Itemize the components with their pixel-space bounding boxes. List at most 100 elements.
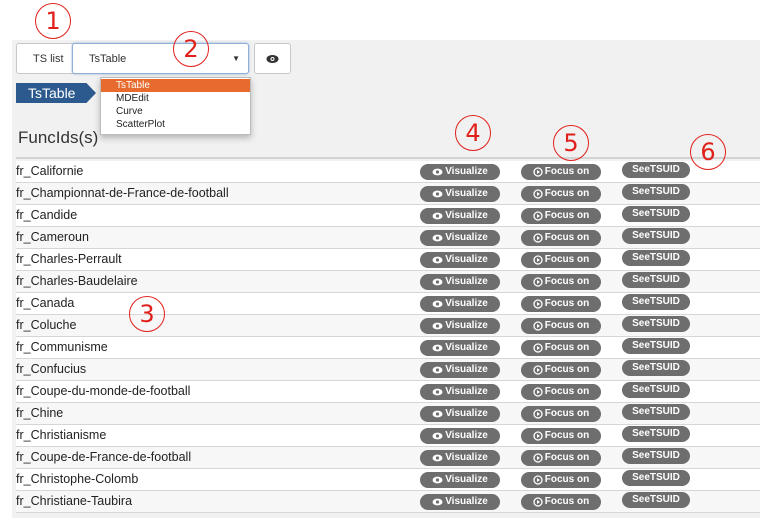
visualize-button[interactable]: Visualize [420, 318, 500, 334]
visualize-button[interactable]: Visualize [420, 164, 500, 180]
see-tsuid-label: SeeTSUID [632, 164, 680, 175]
focus-on-button[interactable]: Focus on [521, 318, 601, 334]
see-tsuid-button[interactable]: SeeTSUID [622, 404, 690, 420]
focus-on-button[interactable]: Focus on [521, 274, 601, 290]
see-tsuid-button[interactable]: SeeTSUID [622, 162, 690, 178]
callout-4: 4 [455, 115, 491, 151]
visualize-button[interactable]: Visualize [420, 274, 500, 290]
target-icon [533, 255, 543, 265]
focus-on-button[interactable]: Focus on [521, 230, 601, 246]
funcid-label: fr_Christophe-Colomb [16, 472, 139, 486]
visualize-button[interactable]: Visualize [420, 406, 500, 422]
focus-on-button[interactable]: Focus on [521, 450, 601, 466]
visualize-button[interactable]: Visualize [420, 230, 500, 246]
eye-icon [432, 388, 443, 396]
see-tsuid-button[interactable]: SeeTSUID [622, 184, 690, 200]
visualize-button[interactable]: Visualize [420, 340, 500, 356]
see-tsuid-button[interactable]: SeeTSUID [622, 250, 690, 266]
callout-2: 2 [173, 31, 209, 67]
visualize-button[interactable]: Visualize [420, 472, 500, 488]
viz-type-select[interactable]: TsTable ▼ [72, 43, 249, 74]
dropdown-option-tstable[interactable]: TsTable [101, 79, 250, 92]
breadcrumb[interactable]: TsTable [16, 83, 96, 103]
funcid-label: fr_Coluche [16, 318, 77, 332]
see-tsuid-label: SeeTSUID [632, 406, 680, 417]
visualize-label: Visualize [445, 342, 488, 353]
focus-on-button[interactable]: Focus on [521, 472, 601, 488]
eye-icon [432, 234, 443, 242]
eye-icon [432, 256, 443, 264]
table-row: fr_Coluche Visualize Focus on SeeTSUID [16, 315, 760, 337]
focus-on-label: Focus on [544, 254, 590, 265]
visualize-button[interactable]: Visualize [420, 362, 500, 378]
focus-on-label: Focus on [544, 298, 590, 309]
see-tsuid-button[interactable]: SeeTSUID [622, 272, 690, 288]
focus-on-button[interactable]: Focus on [521, 406, 601, 422]
see-tsuid-button[interactable]: SeeTSUID [622, 294, 690, 310]
visualize-button[interactable]: Visualize [420, 208, 500, 224]
target-icon [533, 321, 543, 331]
focus-on-button[interactable]: Focus on [521, 340, 601, 356]
see-tsuid-label: SeeTSUID [632, 296, 680, 307]
focus-on-button[interactable]: Focus on [521, 384, 601, 400]
visualize-label: Visualize [445, 474, 488, 485]
focus-on-label: Focus on [544, 320, 590, 331]
visualize-label: Visualize [445, 166, 488, 177]
eye-icon [432, 366, 443, 374]
see-tsuid-button[interactable]: SeeTSUID [622, 316, 690, 332]
focus-on-label: Focus on [544, 496, 590, 507]
eye-icon [432, 344, 443, 352]
eye-icon [432, 278, 443, 286]
focus-on-button[interactable]: Focus on [521, 164, 601, 180]
table-row: fr_Chine Visualize Focus on SeeTSUID [16, 403, 760, 425]
visualize-button[interactable]: Visualize [420, 428, 500, 444]
caret-down-icon: ▼ [232, 54, 240, 63]
funcid-label: fr_Candide [16, 208, 78, 222]
see-tsuid-label: SeeTSUID [632, 428, 680, 439]
eye-icon [432, 300, 443, 308]
see-tsuid-button[interactable]: SeeTSUID [622, 360, 690, 376]
see-tsuid-button[interactable]: SeeTSUID [622, 426, 690, 442]
focus-on-label: Focus on [544, 232, 590, 243]
see-tsuid-button[interactable]: SeeTSUID [622, 470, 690, 486]
see-tsuid-button[interactable]: SeeTSUID [622, 492, 690, 508]
focus-on-button[interactable]: Focus on [521, 362, 601, 378]
funcid-label: fr_Christianisme [16, 428, 107, 442]
focus-on-button[interactable]: Focus on [521, 186, 601, 202]
funcid-label: fr_Californie [16, 164, 84, 178]
visualize-label: Visualize [445, 408, 488, 419]
header-divider [16, 157, 760, 159]
callout-6: 6 [690, 134, 726, 170]
table-row: fr_Candide Visualize Focus on SeeTSUID [16, 205, 760, 227]
see-tsuid-button[interactable]: SeeTSUID [622, 228, 690, 244]
see-tsuid-button[interactable]: SeeTSUID [622, 206, 690, 222]
visualize-button[interactable]: Visualize [420, 252, 500, 268]
focus-on-button[interactable]: Focus on [521, 494, 601, 510]
visualize-button[interactable]: Visualize [420, 450, 500, 466]
target-icon [533, 189, 543, 199]
see-tsuid-label: SeeTSUID [632, 186, 680, 197]
see-tsuid-button[interactable]: SeeTSUID [622, 382, 690, 398]
visualize-button[interactable]: Visualize [420, 384, 500, 400]
focus-on-button[interactable]: Focus on [521, 252, 601, 268]
focus-on-button[interactable]: Focus on [521, 296, 601, 312]
table-row: fr_Christiane-Taubira Visualize Focus on Se… [16, 491, 760, 513]
visualize-label: Visualize [445, 320, 488, 331]
visualize-button[interactable]: Visualize [420, 296, 500, 312]
dropdown-option-curve[interactable]: Curve [101, 105, 250, 118]
focus-on-button[interactable]: Focus on [521, 208, 601, 224]
focus-on-label: Focus on [544, 430, 590, 441]
focus-on-button[interactable]: Focus on [521, 428, 601, 444]
eye-icon [432, 322, 443, 330]
funcid-label: fr_Charles-Baudelaire [16, 274, 138, 288]
visualize-button[interactable]: Visualize [420, 494, 500, 510]
dropdown-option-mdedit[interactable]: MDEdit [101, 92, 250, 105]
see-tsuid-button[interactable]: SeeTSUID [622, 448, 690, 464]
funcid-label: fr_Christiane-Taubira [16, 494, 133, 508]
ts-list-label: TS list [33, 52, 64, 65]
view-button[interactable] [254, 43, 291, 74]
visualize-button[interactable]: Visualize [420, 186, 500, 202]
see-tsuid-button[interactable]: SeeTSUID [622, 338, 690, 354]
visualize-label: Visualize [445, 364, 488, 375]
dropdown-option-scatterplot[interactable]: ScatterPlot [101, 118, 250, 131]
